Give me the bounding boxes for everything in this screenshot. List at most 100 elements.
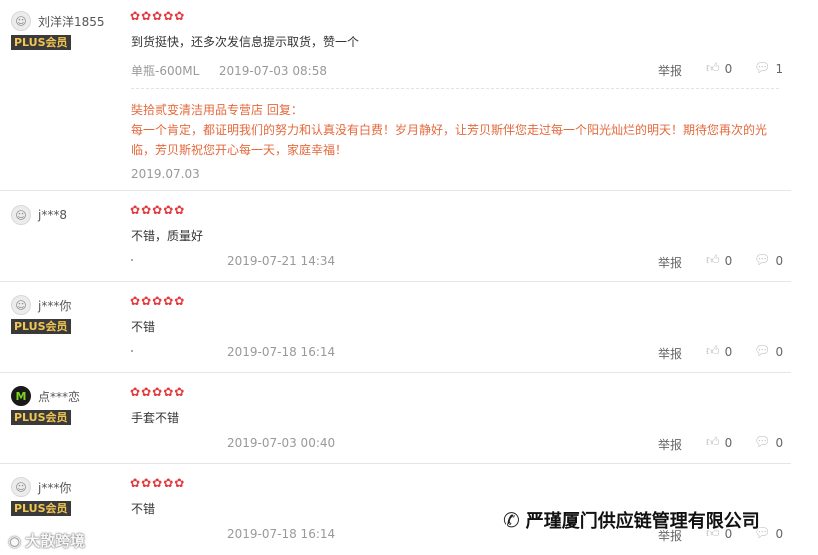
star-icon: ✿ — [152, 9, 163, 23]
comment-icon: 💬︎ — [754, 435, 771, 450]
thumbs-up-icon: 👍︎ — [706, 435, 720, 450]
star-icon: ✿ — [130, 476, 141, 490]
review-text: 不错 — [131, 320, 156, 334]
plus-member-badge: PLUS会员 — [11, 501, 71, 516]
wechat-icon: ✆ — [503, 508, 520, 532]
avatar[interactable]: ☺ — [11, 205, 31, 225]
thumbs-up-icon: 👍︎ — [706, 344, 720, 359]
divider-dot — [131, 350, 133, 352]
weibo-icon: ◉ — [8, 531, 22, 550]
username[interactable]: 点***恋 — [38, 388, 80, 405]
avatar[interactable]: M — [11, 386, 31, 406]
plus-member-badge: PLUS会员 — [11, 410, 71, 425]
shop-reply-text-line: 每一个肯定，都证明我们的努力和认真没有白费！岁月静好，让芳贝斯伴您走过每一个阳光… — [131, 123, 768, 137]
review-date: 2019-07-21 14:34 — [227, 254, 336, 268]
comment-icon: 💬︎ — [754, 61, 771, 76]
review-text: 不错，质量好 — [131, 229, 204, 243]
like-button[interactable]: 👍︎ 0 — [706, 61, 732, 76]
shop-reply-text-line: 临，芳贝斯祝您开心每一天，家庭幸福！ — [131, 143, 348, 157]
star-icon: ✿ — [174, 385, 185, 399]
star-icon: ✿ — [152, 203, 163, 217]
report-link[interactable]: 举报 — [658, 436, 682, 453]
shop-reply: 奘拾贰变清洁用品专营店 回复： 每一个肯定，都证明我们的努力和认真没有白费！岁月… — [131, 88, 779, 184]
star-icon: ✿ — [152, 385, 163, 399]
review-item: ☺ j***你 PLUS会员 ✿ ✿ ✿ ✿ ✿ 不错 2019-07-18 1… — [0, 283, 791, 373]
star-rating: ✿ ✿ ✿ ✿ ✿ — [130, 204, 184, 216]
like-count: 0 — [724, 253, 733, 268]
reply-button[interactable]: 💬︎ 0 — [754, 435, 783, 450]
username[interactable]: j***8 — [38, 208, 67, 222]
reply-button[interactable]: 💬︎ 1 — [754, 61, 783, 76]
like-count: 0 — [724, 344, 733, 359]
reply-count: 0 — [775, 526, 784, 541]
star-icon: ✿ — [174, 9, 185, 23]
star-icon: ✿ — [163, 476, 174, 490]
star-icon: ✿ — [174, 294, 185, 308]
reviewer-info: ☺ j***你 PLUS会员 — [11, 294, 126, 334]
watermark-left: ◉ 大散跨境 — [8, 530, 85, 551]
product-variant: 单瓶-600ML — [131, 64, 200, 78]
review-date: 2019-07-18 16:14 — [227, 345, 336, 359]
avatar[interactable]: ☺ — [11, 11, 31, 31]
star-icon: ✿ — [130, 294, 141, 308]
star-icon: ✿ — [141, 9, 152, 23]
review-date: 2019-07-18 16:14 — [227, 527, 336, 541]
review-text: 不错 — [131, 502, 156, 516]
star-icon: ✿ — [163, 9, 174, 23]
review-item: ☺ 刘洋洋1855 PLUS会员 ✿ ✿ ✿ ✿ ✿ 到货挺快，还多次发信息提示… — [0, 0, 791, 191]
watermark-right: ✆ 严瑾厦门供应链管理有限公司 — [503, 507, 760, 533]
shop-reply-date: 2019.07.03 — [131, 167, 200, 181]
thumbs-up-icon: 👍︎ — [706, 253, 720, 268]
report-link[interactable]: 举报 — [658, 345, 682, 362]
divider-dot — [131, 259, 133, 261]
company-name: 严瑾厦门供应链管理有限公司 — [525, 511, 760, 532]
like-button[interactable]: 👍︎ 0 — [706, 435, 732, 450]
reply-count: 1 — [775, 61, 784, 76]
star-icon: ✿ — [174, 476, 185, 490]
star-icon: ✿ — [141, 476, 152, 490]
like-button[interactable]: 👍︎ 0 — [706, 344, 732, 359]
star-icon: ✿ — [130, 9, 141, 23]
username[interactable]: j***你 — [38, 479, 71, 496]
comment-icon: 💬︎ — [754, 253, 771, 268]
like-count: 0 — [724, 435, 733, 450]
review-item: M 点***恋 PLUS会员 ✿ ✿ ✿ ✿ ✿ 手套不错 2019-07-03… — [0, 374, 791, 464]
review-item: ☺ j***8 ✿ ✿ ✿ ✿ ✿ 不错，质量好 2019-07-21 14:3… — [0, 192, 791, 282]
star-icon: ✿ — [141, 294, 152, 308]
star-icon: ✿ — [141, 203, 152, 217]
username[interactable]: j***你 — [38, 297, 71, 314]
report-link[interactable]: 举报 — [658, 62, 682, 79]
review-text: 手套不错 — [131, 411, 180, 425]
reply-button[interactable]: 💬︎ 0 — [754, 344, 783, 359]
star-icon: ✿ — [141, 385, 152, 399]
reviewer-info: ☺ j***你 PLUS会员 — [11, 476, 126, 516]
thumbs-up-icon: 👍︎ — [706, 61, 720, 76]
like-count: 0 — [724, 61, 733, 76]
review-date: 2019-07-03 08:58 — [218, 64, 327, 78]
avatar[interactable]: ☺ — [11, 477, 31, 497]
reviewer-info: M 点***恋 PLUS会员 — [11, 385, 126, 425]
reply-button[interactable]: 💬︎ 0 — [754, 253, 783, 268]
star-rating: ✿ ✿ ✿ ✿ ✿ — [130, 295, 184, 307]
shop-reply-header: 奘拾贰变清洁用品专营店 回复： — [131, 103, 303, 117]
like-button[interactable]: 👍︎ 0 — [706, 253, 732, 268]
username[interactable]: 刘洋洋1855 — [38, 13, 105, 30]
star-rating: ✿ ✿ ✿ ✿ ✿ — [130, 477, 184, 489]
reply-count: 0 — [775, 344, 784, 359]
comment-icon: 💬︎ — [754, 344, 771, 359]
star-icon: ✿ — [130, 385, 141, 399]
star-icon: ✿ — [130, 203, 141, 217]
star-icon: ✿ — [152, 476, 163, 490]
review-date: 2019-07-03 00:40 — [227, 436, 336, 450]
reviewer-info: ☺ j***8 — [11, 204, 126, 226]
plus-member-badge: PLUS会员 — [11, 35, 71, 50]
star-icon: ✿ — [152, 294, 163, 308]
star-rating: ✿ ✿ ✿ ✿ ✿ — [130, 386, 184, 398]
watermark-left-text: 大散跨境 — [25, 532, 86, 550]
star-icon: ✿ — [174, 203, 185, 217]
review-text: 到货挺快，还多次发信息提示取货，赞一个 — [131, 35, 360, 49]
star-icon: ✿ — [163, 385, 174, 399]
star-icon: ✿ — [163, 203, 174, 217]
avatar[interactable]: ☺ — [11, 295, 31, 315]
report-link[interactable]: 举报 — [658, 254, 682, 271]
